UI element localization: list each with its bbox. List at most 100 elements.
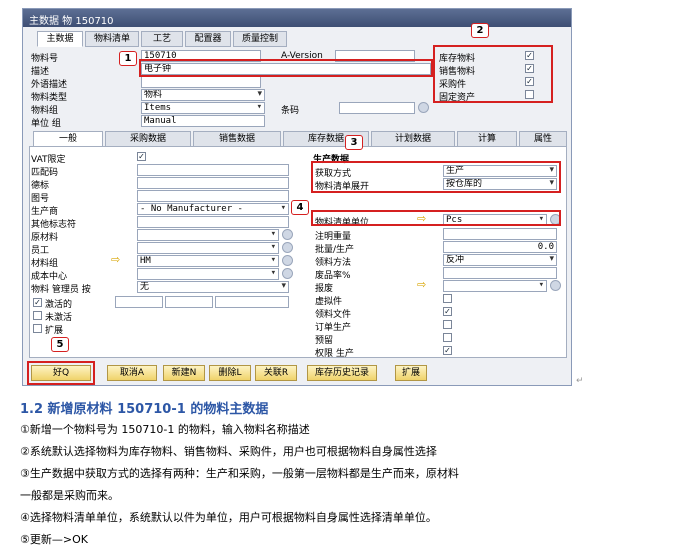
cost-center-dropdown[interactable] — [137, 268, 279, 280]
phantom-label: 虚拟件 — [315, 297, 343, 307]
active-remarks-field[interactable] — [215, 296, 289, 308]
make-to-order-label: 订单生产 — [315, 323, 352, 333]
drawing-no-field[interactable] — [137, 190, 289, 202]
subtab-planning[interactable]: 计划数据 — [371, 131, 455, 147]
din-label: 德标 — [31, 181, 50, 191]
match-code-field[interactable] — [137, 164, 289, 176]
doc-line: ③生产数据中获取方式的选择有两种：生产和采购，一般第一层物料都是生产而来，原材料 — [20, 467, 459, 480]
employee-dropdown[interactable] — [137, 242, 279, 254]
link-arrow-icon[interactable]: ⇨ — [111, 253, 120, 266]
tab-quality[interactable]: 质量控制 — [233, 31, 287, 47]
material-group-dropdown[interactable]: HM — [137, 255, 279, 267]
issue-document-checkbox[interactable]: ✓ — [443, 307, 452, 316]
barcode-field[interactable] — [339, 102, 415, 114]
lot-size-field[interactable]: 0.0 — [443, 241, 557, 253]
info-icon[interactable] — [282, 255, 293, 266]
active-from-field[interactable] — [115, 296, 163, 308]
tab-configurator[interactable]: 配置器 — [185, 31, 231, 47]
drawing-no-label: 图号 — [31, 194, 50, 204]
other-id-field[interactable] — [137, 216, 289, 228]
material-group-label: 材料组 — [31, 259, 59, 269]
delete-button[interactable]: 删除L — [209, 365, 251, 381]
tab-routing[interactable]: 工艺 — [141, 31, 183, 47]
active-to-field[interactable] — [165, 296, 213, 308]
new-button[interactable]: 新建N — [163, 365, 205, 381]
production-permission-checkbox[interactable]: ✓ — [443, 346, 452, 355]
phantom-checkbox[interactable] — [443, 294, 452, 303]
section-heading: 1.2 新增原材料 150710-1 的物料主数据 — [20, 402, 269, 417]
scrap-label: 报废 — [315, 284, 334, 294]
item-type-dropdown[interactable]: 物料 — [141, 89, 265, 101]
barcode-label: 条码 — [281, 106, 300, 116]
scrap-rate-label: 废品率% — [315, 271, 351, 281]
item-group-label: 物料组 — [31, 106, 59, 116]
vat-label: VAT限定 — [31, 155, 66, 165]
issue-method-label: 领料方法 — [315, 258, 352, 268]
link-button[interactable]: 关联R — [255, 365, 297, 381]
weight-field[interactable] — [443, 228, 557, 240]
info-icon[interactable] — [282, 242, 293, 253]
make-to-order-checkbox[interactable] — [443, 320, 452, 329]
item-group-dropdown[interactable]: Items — [141, 102, 265, 114]
extended-label: 扩展 — [45, 326, 64, 336]
subtab-properties[interactable]: 属性 — [519, 131, 567, 147]
vat-checkbox[interactable]: ✓ — [137, 152, 146, 161]
annotation-box-2 — [433, 45, 553, 103]
active-label: 激活的 — [45, 300, 73, 310]
raw-material-dropdown[interactable] — [137, 229, 279, 241]
manufacturer-dropdown[interactable]: - No Manufacturer - — [137, 203, 289, 215]
expand-button[interactable]: 扩展 — [395, 365, 427, 381]
doc-line: ①新增一个物料号为 150710-1 的物料，输入物料名称描述 — [20, 423, 310, 436]
issue-method-dropdown[interactable]: 反冲 — [443, 254, 557, 266]
annotation-box-1 — [139, 59, 433, 77]
scrap-rate-field[interactable] — [443, 267, 557, 279]
link-arrow-icon[interactable]: ⇨ — [417, 278, 426, 291]
callout-4: 4 — [291, 200, 309, 215]
active-checkbox[interactable]: ✓ — [33, 298, 42, 307]
manage-by-dropdown[interactable]: 无 — [137, 281, 289, 293]
doc-line: ⑤更新—>OK — [20, 533, 88, 546]
doc-line: ④选择物料清单单位，系统默认以件为单位，用户可根据物料自身属性选择清单单位。 — [20, 511, 437, 524]
reserve-label: 预留 — [315, 336, 334, 346]
cancel-button[interactable]: 取消A — [107, 365, 157, 381]
uom-group-field[interactable]: Manual — [141, 115, 265, 127]
production-permission-label: 权限 生产 — [315, 349, 354, 359]
scrap-dropdown[interactable] — [443, 280, 547, 292]
annotation-box-3 — [311, 161, 561, 193]
description-label: 描述 — [31, 67, 50, 77]
match-code-label: 匹配码 — [31, 168, 59, 178]
subtab-purchasing[interactable]: 采购数据 — [105, 131, 191, 147]
callout-3: 3 — [345, 135, 363, 150]
info-icon[interactable] — [418, 102, 429, 113]
subtab-sales[interactable]: 销售数据 — [193, 131, 281, 147]
tab-master-data[interactable]: 主数据 — [37, 31, 83, 47]
uom-group-label: 单位 组 — [31, 119, 61, 129]
foreign-desc-label: 外语描述 — [31, 80, 68, 90]
extended-checkbox[interactable] — [33, 324, 42, 333]
weight-label: 注明重量 — [315, 232, 352, 242]
reserve-checkbox[interactable] — [443, 333, 452, 342]
callout-1: 1 — [119, 51, 137, 66]
item-type-label: 物料类型 — [31, 93, 68, 103]
inactive-checkbox[interactable] — [33, 311, 42, 320]
annotation-box-4 — [311, 210, 561, 226]
callout-5: 5 — [51, 337, 69, 352]
manufacturer-label: 生产商 — [31, 207, 59, 217]
cost-center-label: 成本中心 — [31, 272, 68, 282]
din-field[interactable] — [137, 177, 289, 189]
other-id-label: 其他标志符 — [31, 220, 77, 230]
annotation-box-5 — [27, 361, 95, 385]
inventory-history-button[interactable]: 库存历史记录 — [307, 365, 377, 381]
tab-bom[interactable]: 物料清单 — [85, 31, 139, 47]
doc-line: 一般都是采购而来。 — [20, 489, 119, 502]
info-icon[interactable] — [550, 280, 561, 291]
item-master-window: 主数据 物 150710 主数据 物料清单 工艺 配置器 质量控制 物料号 15… — [22, 8, 572, 386]
info-icon[interactable] — [282, 268, 293, 279]
foreign-desc-field[interactable] — [141, 76, 261, 88]
issue-document-label: 领料文件 — [315, 310, 352, 320]
doc-line: ②系统默认选择物料为库存物料、销售物料、采购件，用户也可根据物料自身属性选择 — [20, 445, 437, 458]
subtab-general[interactable]: 一般 — [33, 131, 103, 147]
employee-label: 员工 — [31, 246, 50, 256]
subtab-costing[interactable]: 计算 — [457, 131, 517, 147]
info-icon[interactable] — [282, 229, 293, 240]
